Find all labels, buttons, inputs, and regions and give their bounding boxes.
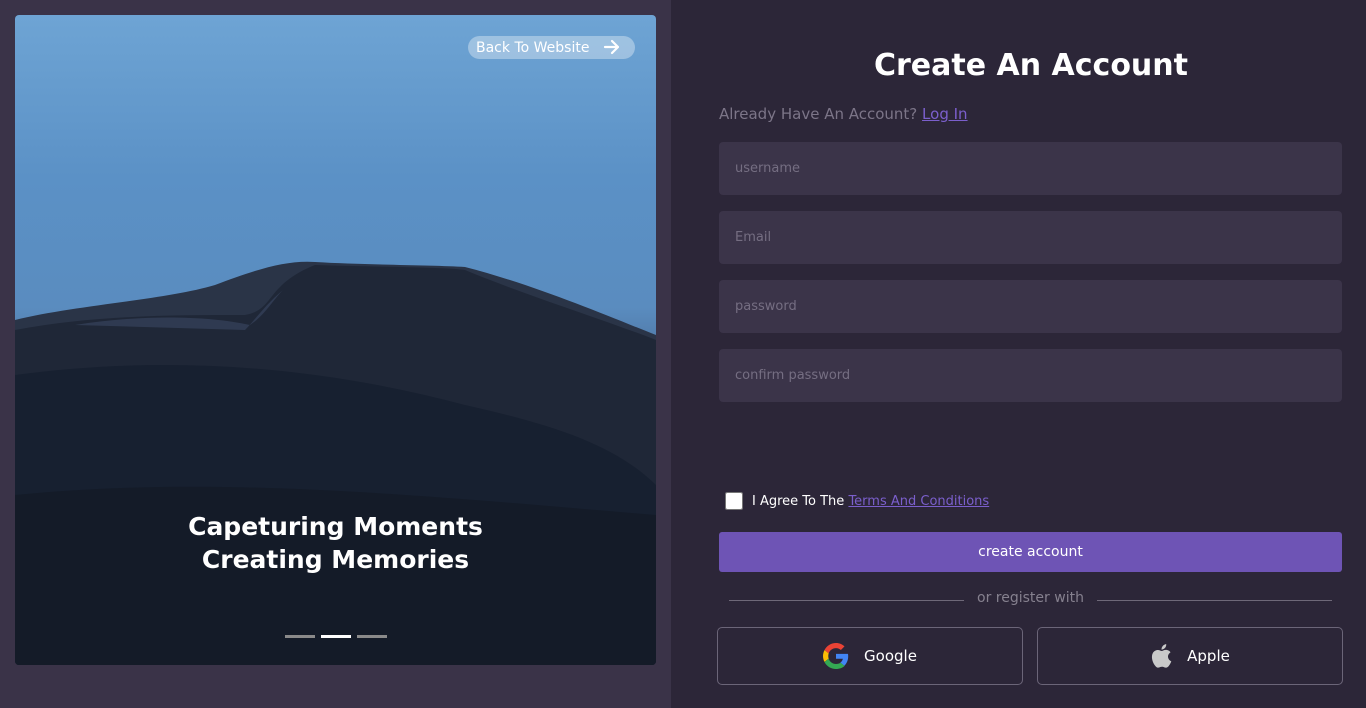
- slide-indicators: [285, 635, 387, 638]
- arrow-right-icon: [603, 39, 620, 55]
- hero-image: Back To Website Capeturing Moments Creat…: [15, 15, 656, 665]
- password-field[interactable]: [719, 280, 1342, 333]
- slide-indicator-1[interactable]: [285, 635, 315, 638]
- email-field[interactable]: [719, 211, 1342, 264]
- signup-form-panel: Create An Account Already Have An Accoun…: [671, 0, 1366, 708]
- divider-line-right: [1097, 600, 1332, 601]
- google-register-button[interactable]: Google: [717, 627, 1023, 685]
- back-to-website-label: Back To Website: [476, 39, 590, 56]
- apple-label: Apple: [1187, 647, 1230, 665]
- divider-text: or register with: [977, 590, 1084, 606]
- username-field[interactable]: [719, 142, 1342, 195]
- google-label: Google: [864, 647, 917, 665]
- confirm-password-field[interactable]: [719, 349, 1342, 402]
- login-prompt-text: Already Have An Account?: [719, 105, 918, 123]
- slide-indicator-2[interactable]: [321, 635, 351, 638]
- terms-link[interactable]: Terms And Conditions: [848, 494, 989, 509]
- terms-agreement: I Agree To The Terms And Conditions: [725, 492, 989, 510]
- agree-text: I Agree To The Terms And Conditions: [752, 494, 989, 509]
- slide-indicator-3[interactable]: [357, 635, 387, 638]
- apple-register-button[interactable]: Apple: [1037, 627, 1343, 685]
- left-panel: Back To Website Capeturing Moments Creat…: [0, 0, 671, 708]
- agree-label: I Agree To The: [752, 493, 845, 509]
- caption-line-1: Capeturing Moments: [188, 512, 483, 541]
- login-link[interactable]: Log In: [922, 105, 968, 123]
- create-account-button[interactable]: create account: [719, 532, 1342, 572]
- terms-checkbox[interactable]: [725, 492, 743, 510]
- back-to-website-button[interactable]: Back To Website: [468, 36, 635, 59]
- caption-line-2: Creating Memories: [201, 545, 470, 574]
- login-prompt: Already Have An Account? Log In: [719, 105, 968, 123]
- register-divider: or register with: [729, 590, 1332, 612]
- apple-icon: [1152, 644, 1172, 668]
- hero-caption: Capeturing Moments Creating Memories: [15, 510, 656, 576]
- google-icon: [823, 643, 849, 669]
- page-title: Create An Account: [873, 48, 1188, 83]
